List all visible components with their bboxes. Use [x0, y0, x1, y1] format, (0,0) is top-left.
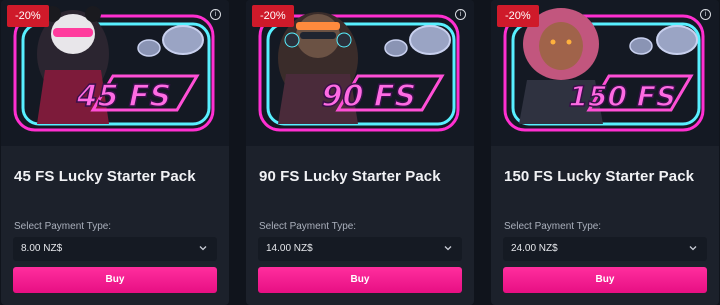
card-title: 150 FS Lucky Starter Pack: [504, 168, 695, 185]
offer-card-90fs: 90 FS -20% i 90 FS Lucky Starter Pack Se…: [246, 0, 474, 305]
card-title: 90 FS Lucky Starter Pack: [259, 168, 441, 185]
payment-type-select[interactable]: 14.00 NZ$: [258, 237, 462, 261]
offer-card-45fs: 45 FS -20% i 45 FS Lucky Starter Pack Se…: [1, 0, 229, 305]
payment-type-label: Select Payment Type:: [14, 221, 112, 232]
payment-type-value: 8.00 NZ$: [21, 243, 63, 254]
info-icon[interactable]: i: [210, 9, 221, 20]
card-title: 45 FS Lucky Starter Pack: [14, 168, 196, 185]
chevron-down-icon: [199, 246, 207, 251]
buy-button[interactable]: Buy: [503, 267, 707, 293]
offer-card-150fs: 150 FS -20% i 150 FS Lucky Starter Pack …: [491, 0, 719, 305]
buy-button[interactable]: Buy: [13, 267, 217, 293]
discount-badge: -20%: [7, 5, 49, 27]
art-label: 45 FS: [73, 79, 175, 114]
chevron-down-icon: [689, 246, 697, 251]
payment-type-select[interactable]: 8.00 NZ$: [13, 237, 217, 261]
payment-type-value: 14.00 NZ$: [266, 243, 313, 254]
discount-badge: -20%: [252, 5, 294, 27]
payment-type-value: 24.00 NZ$: [511, 243, 558, 254]
payment-type-label: Select Payment Type:: [259, 221, 357, 232]
buy-button[interactable]: Buy: [258, 267, 462, 293]
art-label: 150 FS: [565, 80, 679, 113]
info-icon[interactable]: i: [700, 9, 711, 20]
chevron-down-icon: [444, 246, 452, 251]
info-icon[interactable]: i: [455, 9, 466, 20]
discount-badge: -20%: [497, 5, 539, 27]
payment-type-select[interactable]: 24.00 NZ$: [503, 237, 707, 261]
art-label: 90 FS: [318, 79, 420, 114]
payment-type-label: Select Payment Type:: [504, 221, 602, 232]
